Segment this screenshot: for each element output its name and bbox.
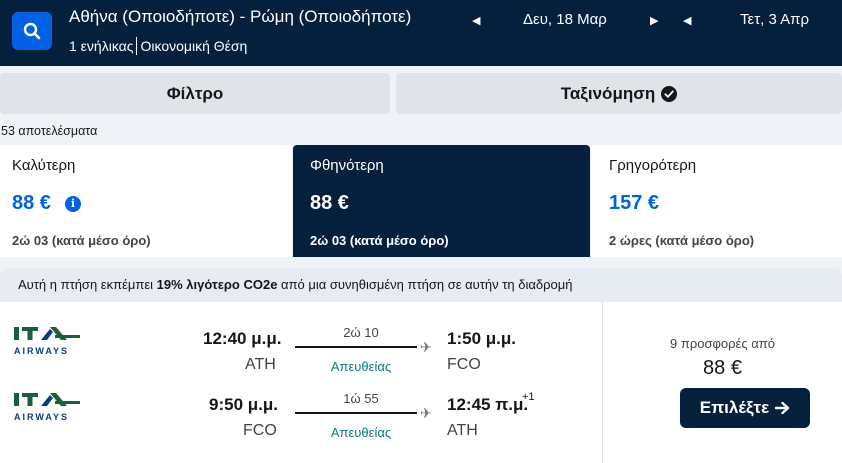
outbound-route-line <box>295 346 417 348</box>
inbound-arrive-code: ATH <box>447 422 478 439</box>
inbound-depart-time: 9:50 μ.μ. <box>209 395 278 414</box>
filter-label: Φίλτρο <box>166 83 224 103</box>
outbound-depart-code: ATH <box>245 356 276 373</box>
best-price-row: 88 € i <box>12 192 81 215</box>
cabin-class: Οικονομική Θέση <box>140 38 248 54</box>
results-count: 53 αποτελέσματα <box>1 124 98 138</box>
outbound-arrive-time: 1:50 μ.μ. <box>447 329 516 348</box>
depart-date[interactable]: Δευ, 18 Μαρ <box>523 11 607 28</box>
eco-text-pre: Αυτή η πτήση εκπέμπει <box>18 277 157 292</box>
flight-ticket[interactable]: AIRWAYS 12:40 μ.μ. ATH 2ώ 10 ✈ Απευθείας… <box>0 302 842 463</box>
ita-airways-logo: AIRWAYS <box>14 392 80 422</box>
select-button[interactable]: Επιλέξτε <box>680 388 810 428</box>
fastest-tab[interactable]: Γρηγορότερη 157 € 2 ώρες (κατά μέσο όρο) <box>591 145 842 257</box>
airline-logo-text: AIRWAYS <box>14 346 69 356</box>
plane-icon: ✈ <box>420 339 432 355</box>
best-tab[interactable]: Καλύτερη 88 € i 2ώ 03 (κατά μέσο όρο) <box>0 145 292 257</box>
best-label: Καλύτερη <box>12 157 76 174</box>
sort-label: Ταξινόμηση <box>560 83 656 103</box>
travellers-cabin[interactable]: 1 ενήλικας Οικονομική Θέση <box>69 37 247 55</box>
cheapest-duration: 2ώ 03 (κατά μέσο όρο) <box>310 233 449 248</box>
best-price: 88 € <box>12 192 51 214</box>
ticket-price: 88 € <box>703 357 742 379</box>
fastest-label: Γρηγορότερη <box>609 157 697 174</box>
outbound-duration: 2ώ 10 <box>343 325 379 340</box>
inbound-duration: 1ώ 55 <box>343 391 379 406</box>
eco-highlight: 19% λιγότερο CO2e <box>156 277 278 292</box>
return-date[interactable]: Τετ, 3 Απρ <box>740 11 809 28</box>
route-title[interactable]: Αθήνα (Οποιοδήποτε) - Ρώμη (Οποιοδήποτε) <box>69 7 411 27</box>
ticket-divider <box>602 302 603 463</box>
check-circle-icon <box>661 85 678 102</box>
cheapest-tab[interactable]: Φθηνότερη 88 € 2ώ 03 (κατά μέσο όρο) <box>293 145 590 257</box>
cheapest-label: Φθηνότερη <box>310 157 384 174</box>
next-depart-date-button[interactable]: ▶ <box>650 14 658 27</box>
offers-count: 9 προσφορές από <box>670 336 775 351</box>
fastest-duration: 2 ώρες (κατά μέσο όρο) <box>609 233 755 248</box>
outbound-stops: Απευθείας <box>330 359 392 374</box>
airline-logo-text: AIRWAYS <box>14 412 69 422</box>
best-duration: 2ώ 03 (κατά μέσο όρο) <box>12 233 151 248</box>
info-icon[interactable]: i <box>64 195 81 212</box>
search-icon <box>23 22 41 40</box>
inbound-depart-code: FCO <box>243 422 277 439</box>
ita-airways-logo: AIRWAYS <box>14 326 80 356</box>
select-label: Επιλέξτε <box>699 398 770 417</box>
fastest-price: 157 € <box>609 192 660 214</box>
arrow-right-icon <box>775 401 790 415</box>
outbound-arrive-code: FCO <box>447 356 481 373</box>
outbound-depart-time: 12:40 μ.μ. <box>203 329 282 348</box>
prev-return-date-button[interactable]: ◀ <box>683 14 691 27</box>
inbound-stops: Απευθείας <box>330 425 392 440</box>
inbound-route-line <box>295 412 417 414</box>
plane-icon: ✈ <box>420 405 432 421</box>
filter-button[interactable]: Φίλτρο <box>0 73 390 114</box>
divider <box>136 37 138 55</box>
search-header: Αθήνα (Οποιοδήποτε) - Ρώμη (Οποιοδήποτε)… <box>0 0 842 66</box>
inbound-arrive-time: 12:45 π.μ. <box>447 395 529 414</box>
cheapest-price: 88 € <box>310 192 349 214</box>
eco-text-post: από μια συνηθισμένη πτήση σε αυτήν τη δι… <box>277 277 573 292</box>
prev-depart-date-button[interactable]: ◀ <box>472 14 480 27</box>
sort-button[interactable]: Ταξινόμηση <box>396 73 842 114</box>
travellers-count: 1 ενήλικας <box>69 38 134 54</box>
eco-banner: Αυτή η πτήση εκπέμπει 19% λιγότερο CO2e … <box>0 268 842 302</box>
search-button[interactable] <box>12 12 52 50</box>
day-offset: +1 <box>522 391 535 403</box>
